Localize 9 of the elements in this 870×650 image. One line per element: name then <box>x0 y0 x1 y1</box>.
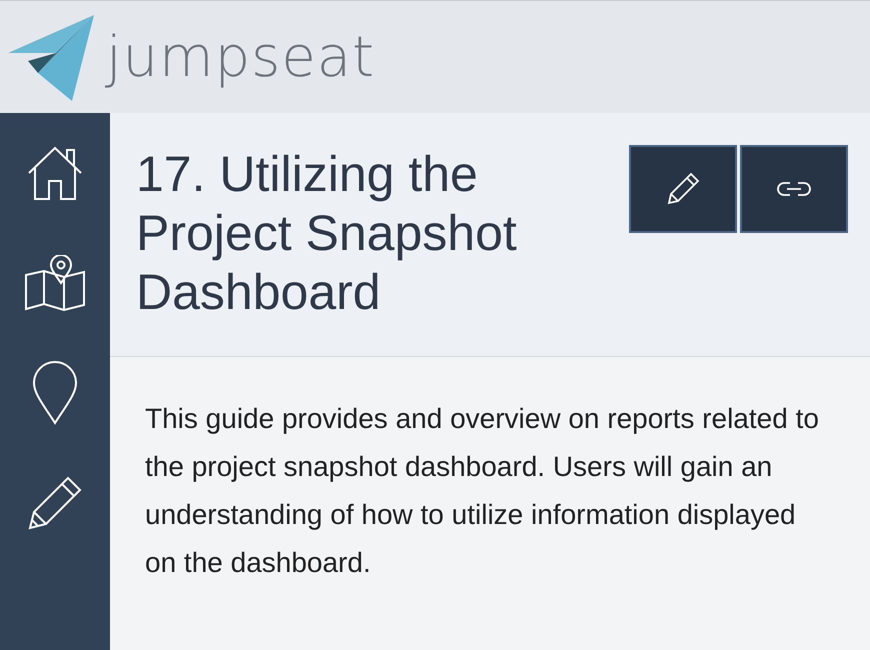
link-icon <box>776 180 812 198</box>
paper-plane-logo-icon <box>8 13 96 101</box>
guide-description: This guide provides and overview on reports related to the project snapshot dashboard. Users will gain an understanding of how to utilize information displayed on the dashboard. <box>145 402 820 580</box>
pencil-icon <box>666 172 700 206</box>
brand-name: jumpseat <box>106 24 376 90</box>
location-pin-icon <box>32 361 78 425</box>
guide-title: 17. Utilizing the Project Snapshot Dashboard <box>136 145 518 322</box>
pencil-icon <box>26 474 84 532</box>
map-icon <box>24 255 86 311</box>
